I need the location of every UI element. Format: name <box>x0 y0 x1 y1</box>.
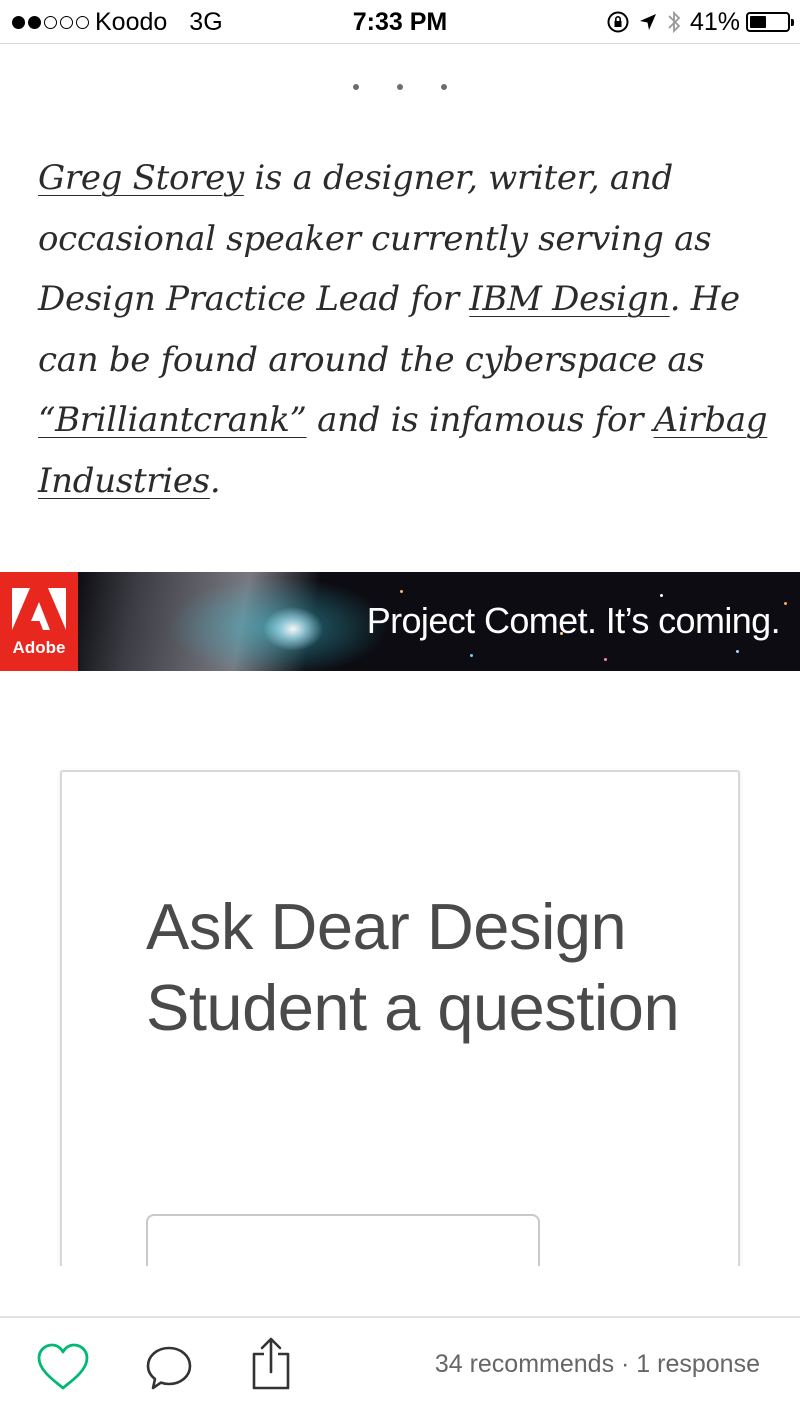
share-icon <box>252 1337 290 1390</box>
recommends-count[interactable]: 34 recommends <box>435 1350 614 1378</box>
battery-percent: 41% <box>689 7 740 36</box>
comment-icon <box>146 1346 192 1390</box>
alias-link[interactable]: “Brilliantcrank” <box>38 400 307 440</box>
adobe-ad-banner[interactable]: Adobe Project Comet. It’s coming. <box>0 572 800 671</box>
engagement-stats: 34 recommends · 1 response <box>435 1350 760 1379</box>
ask-question-card: Ask Dear Design Student a question <box>60 770 740 1334</box>
bio-text: . <box>209 460 221 501</box>
stats-separator: · <box>614 1350 637 1378</box>
author-link[interactable]: Greg Storey <box>38 158 244 198</box>
card-title: Ask Dear Design Student a question <box>146 890 680 1044</box>
status-right: 41% <box>606 7 794 37</box>
orientation-lock-icon <box>606 10 630 34</box>
adobe-a-icon <box>12 588 66 630</box>
bluetooth-icon <box>666 9 682 35</box>
adobe-logo: Adobe <box>0 572 78 671</box>
ad-headline: Project Comet. It’s coming. <box>366 600 781 641</box>
author-bio: Greg Storey is a designer, writer, and o… <box>38 148 768 511</box>
divider <box>0 1316 800 1318</box>
bio-text: and is infamous for <box>306 400 654 440</box>
status-bar: Koodo 3G 7:33 PM 41% <box>0 0 800 44</box>
heart-icon <box>37 1343 89 1390</box>
responses-count[interactable]: 1 response <box>636 1350 760 1378</box>
section-separator <box>0 84 800 98</box>
responses-button[interactable] <box>144 1344 194 1392</box>
battery-icon <box>746 12 794 32</box>
adobe-wordmark: Adobe <box>12 638 66 657</box>
location-arrow-icon <box>638 12 658 32</box>
share-button[interactable] <box>250 1336 292 1392</box>
bottom-action-bar: 34 recommends · 1 response <box>0 1266 800 1422</box>
recommend-button[interactable] <box>36 1342 90 1392</box>
ibm-design-link[interactable]: IBM Design <box>469 279 670 319</box>
